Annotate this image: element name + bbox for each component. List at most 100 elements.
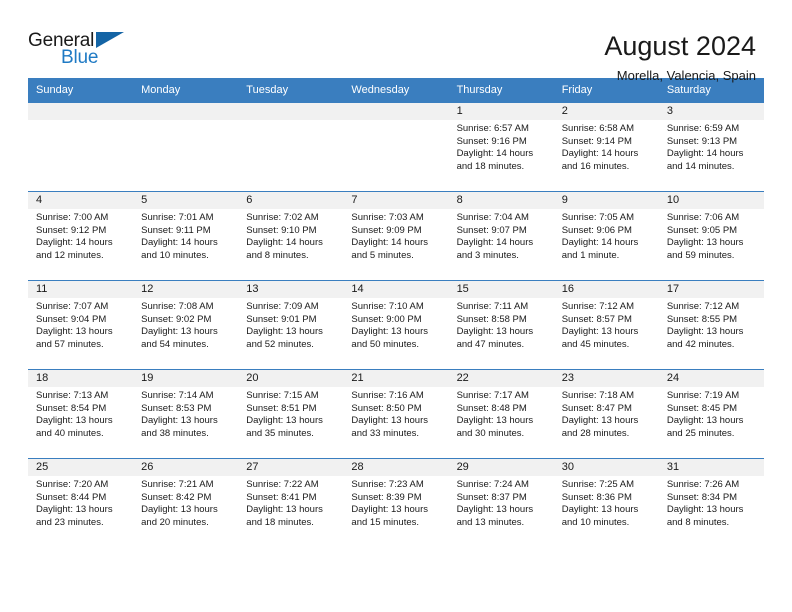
day-details: Sunrise: 7:18 AM Sunset: 8:47 PM Daylight:…	[554, 387, 659, 440]
calendar-day-cell[interactable]: 31 Sunrise: 7:26 AM Sunset: 8:34 PM Dayligh…	[658, 458, 764, 548]
calendar-day-cell[interactable]: 5 Sunrise: 7:01 AM Sunset: 9:11 PM Daylight…	[133, 191, 239, 281]
calendar-day-cell[interactable]: 24 Sunrise: 7:19 AM Sunset: 8:45 PM Dayligh…	[658, 369, 764, 459]
sunset-text: Sunset: 9:02 PM	[141, 313, 212, 325]
sunrise-text: Sunrise: 7:09 AM	[246, 301, 319, 312]
day-number: 5	[133, 192, 239, 209]
day-details: Sunrise: 7:12 AM Sunset: 8:55 PM Daylight:…	[659, 298, 764, 351]
calendar-week-row: 4 Sunrise: 7:00 AM Sunset: 9:12 PM Daylight…	[28, 191, 764, 281]
page-subtitle-location: Morella, Valencia, Spain	[616, 68, 756, 83]
daylight-text-line2: and 10 minutes.	[141, 249, 209, 261]
day-number: 20	[238, 370, 344, 387]
sunset-text: Sunset: 8:55 PM	[666, 313, 738, 325]
daylight-text-line1: Daylight: 14 hours	[666, 148, 744, 160]
calendar-day-cell[interactable]: 27 Sunrise: 7:22 AM Sunset: 8:41 PM Dayligh…	[238, 458, 344, 548]
calendar-day-cell[interactable]: 9 Sunrise: 7:05 AM Sunset: 9:06 PM Daylight…	[553, 191, 659, 281]
calendar-day-cell-empty	[343, 102, 449, 192]
day-number: 19	[133, 370, 239, 387]
calendar-day-cell[interactable]: 26 Sunrise: 7:21 AM Sunset: 8:42 PM Dayligh…	[133, 458, 239, 548]
calendar-day-cell[interactable]: 23 Sunrise: 7:18 AM Sunset: 8:47 PM Dayligh…	[553, 369, 659, 459]
daylight-text-line1: Daylight: 13 hours	[561, 326, 639, 338]
calendar-day-cell[interactable]: 8 Sunrise: 7:04 AM Sunset: 9:07 PM Daylight…	[448, 191, 554, 281]
sunset-text: Sunset: 9:12 PM	[36, 224, 107, 236]
day-details: Sunrise: 6:58 AM Sunset: 9:14 PM Daylight:…	[554, 120, 659, 173]
calendar-day-cell[interactable]: 4 Sunrise: 7:00 AM Sunset: 9:12 PM Daylight…	[28, 191, 134, 281]
calendar-week-row: 18 Sunrise: 7:13 AM Sunset: 8:54 PM Dayligh…	[28, 369, 764, 459]
sunset-text: Sunset: 8:57 PM	[561, 313, 632, 325]
daylight-text-line2: and 12 minutes.	[36, 249, 104, 261]
daylight-text-line2: and 10 minutes.	[561, 516, 630, 528]
day-details: Sunrise: 7:24 AM Sunset: 8:37 PM Daylight:…	[449, 476, 554, 529]
sunrise-text: Sunrise: 7:14 AM	[141, 390, 214, 401]
day-details: Sunrise: 7:17 AM Sunset: 8:48 PM Daylight:…	[449, 387, 554, 440]
calendar-day-cell[interactable]: 25 Sunrise: 7:20 AM Sunset: 8:44 PM Dayligh…	[28, 458, 134, 548]
day-number: 28	[343, 459, 449, 476]
calendar-day-cell[interactable]: 1 Sunrise: 6:57 AM Sunset: 9:16 PM Daylight…	[448, 102, 554, 192]
day-number: 27	[238, 459, 344, 476]
calendar-day-cell[interactable]: 21 Sunrise: 7:16 AM Sunset: 8:50 PM Dayligh…	[343, 369, 449, 459]
calendar-week-row: 25 Sunrise: 7:20 AM Sunset: 8:44 PM Dayligh…	[28, 458, 764, 548]
calendar-day-cell[interactable]: 18 Sunrise: 7:13 AM Sunset: 8:54 PM Dayligh…	[28, 369, 134, 459]
day-number: 3	[658, 103, 764, 120]
calendar-day-cell[interactable]: 30 Sunrise: 7:25 AM Sunset: 8:36 PM Dayligh…	[553, 458, 659, 548]
daylight-text-line2: and 57 minutes.	[36, 338, 104, 350]
sunset-text: Sunset: 9:10 PM	[246, 224, 317, 236]
day-details: Sunrise: 7:20 AM Sunset: 8:44 PM Daylight:…	[28, 476, 133, 529]
daylight-text-line1: Daylight: 13 hours	[36, 504, 113, 516]
day-number: 2	[553, 103, 659, 120]
day-details: Sunrise: 7:07 AM Sunset: 9:04 PM Daylight:…	[28, 298, 133, 351]
calendar-day-cell[interactable]: 28 Sunrise: 7:23 AM Sunset: 8:39 PM Dayligh…	[343, 458, 449, 548]
daylight-text-line2: and 54 minutes.	[141, 338, 209, 350]
daylight-text-line2: and 23 minutes.	[36, 516, 104, 528]
day-details: Sunrise: 7:16 AM Sunset: 8:50 PM Daylight:…	[343, 387, 448, 440]
title-block: August 2024 Morella, Valencia, Spain	[604, 30, 756, 86]
calendar-day-cell[interactable]: 15 Sunrise: 7:11 AM Sunset: 8:58 PM Dayligh…	[448, 280, 554, 370]
daylight-text-line2: and 47 minutes.	[456, 338, 525, 350]
sunrise-text: Sunrise: 7:26 AM	[666, 479, 740, 490]
sunset-text: Sunset: 9:06 PM	[561, 224, 632, 236]
sunset-text: Sunset: 8:36 PM	[561, 491, 632, 503]
calendar-day-cell[interactable]: 17 Sunrise: 7:12 AM Sunset: 8:55 PM Dayligh…	[658, 280, 764, 370]
calendar-day-cell[interactable]: 16 Sunrise: 7:12 AM Sunset: 8:57 PM Dayligh…	[553, 280, 659, 370]
daylight-text-line1: Daylight: 13 hours	[246, 504, 323, 516]
daylight-text-line2: and 14 minutes.	[666, 160, 735, 172]
day-number: 8	[448, 192, 554, 209]
calendar-day-cell[interactable]: 7 Sunrise: 7:03 AM Sunset: 9:09 PM Daylight…	[343, 191, 449, 281]
calendar-day-cell[interactable]: 22 Sunrise: 7:17 AM Sunset: 8:48 PM Dayligh…	[448, 369, 554, 459]
sunset-text: Sunset: 9:09 PM	[351, 224, 422, 236]
calendar-day-cell[interactable]: 13 Sunrise: 7:09 AM Sunset: 9:01 PM Dayligh…	[238, 280, 344, 370]
sunrise-text: Sunrise: 7:02 AM	[246, 212, 319, 223]
calendar-day-cell[interactable]: 3 Sunrise: 6:59 AM Sunset: 9:13 PM Daylight…	[658, 102, 764, 192]
calendar-day-cell[interactable]: 29 Sunrise: 7:24 AM Sunset: 8:37 PM Dayligh…	[448, 458, 554, 548]
sunrise-text: Sunrise: 7:10 AM	[351, 301, 424, 312]
calendar-day-cell-empty	[238, 102, 344, 192]
daylight-text-line2: and 50 minutes.	[351, 338, 420, 350]
calendar-day-cell[interactable]: 12 Sunrise: 7:08 AM Sunset: 9:02 PM Dayligh…	[133, 280, 239, 370]
day-number: 26	[133, 459, 239, 476]
sunrise-text: Sunrise: 7:15 AM	[246, 390, 319, 401]
daylight-text-line1: Daylight: 14 hours	[456, 148, 534, 160]
calendar-day-cell[interactable]: 6 Sunrise: 7:02 AM Sunset: 9:10 PM Daylight…	[238, 191, 344, 281]
day-number: 14	[343, 281, 449, 298]
day-number: 18	[28, 370, 134, 387]
daylight-text-line2: and 33 minutes.	[351, 427, 420, 439]
daylight-text-line2: and 18 minutes.	[246, 516, 314, 528]
daylight-text-line2: and 38 minutes.	[141, 427, 209, 439]
sunrise-text: Sunrise: 7:20 AM	[36, 479, 109, 490]
calendar-day-cell[interactable]: 10 Sunrise: 7:06 AM Sunset: 9:05 PM Dayligh…	[658, 191, 764, 281]
day-details: Sunrise: 7:12 AM Sunset: 8:57 PM Daylight:…	[554, 298, 659, 351]
sunset-text: Sunset: 8:53 PM	[141, 402, 212, 414]
daylight-text-line2: and 13 minutes.	[456, 516, 525, 528]
calendar-page: General Blue August 2024 Morella, Valenc…	[0, 0, 792, 612]
calendar-day-cell[interactable]: 11 Sunrise: 7:07 AM Sunset: 9:04 PM Dayligh…	[28, 280, 134, 370]
calendar-day-cell[interactable]: 19 Sunrise: 7:14 AM Sunset: 8:53 PM Dayligh…	[133, 369, 239, 459]
calendar-day-cell[interactable]: 20 Sunrise: 7:15 AM Sunset: 8:51 PM Dayligh…	[238, 369, 344, 459]
calendar-day-cell[interactable]: 14 Sunrise: 7:10 AM Sunset: 9:00 PM Dayligh…	[343, 280, 449, 370]
weekday-header-tuesday: Tuesday	[238, 78, 344, 103]
daylight-text-line1: Daylight: 13 hours	[246, 415, 323, 427]
day-number: 16	[553, 281, 659, 298]
calendar-day-cell[interactable]: 2 Sunrise: 6:58 AM Sunset: 9:14 PM Daylight…	[553, 102, 659, 192]
general-blue-logo[interactable]: General Blue	[28, 30, 132, 72]
day-details: Sunrise: 7:03 AM Sunset: 9:09 PM Daylight:…	[343, 209, 448, 262]
day-number: 21	[343, 370, 449, 387]
sunset-text: Sunset: 9:07 PM	[456, 224, 527, 236]
